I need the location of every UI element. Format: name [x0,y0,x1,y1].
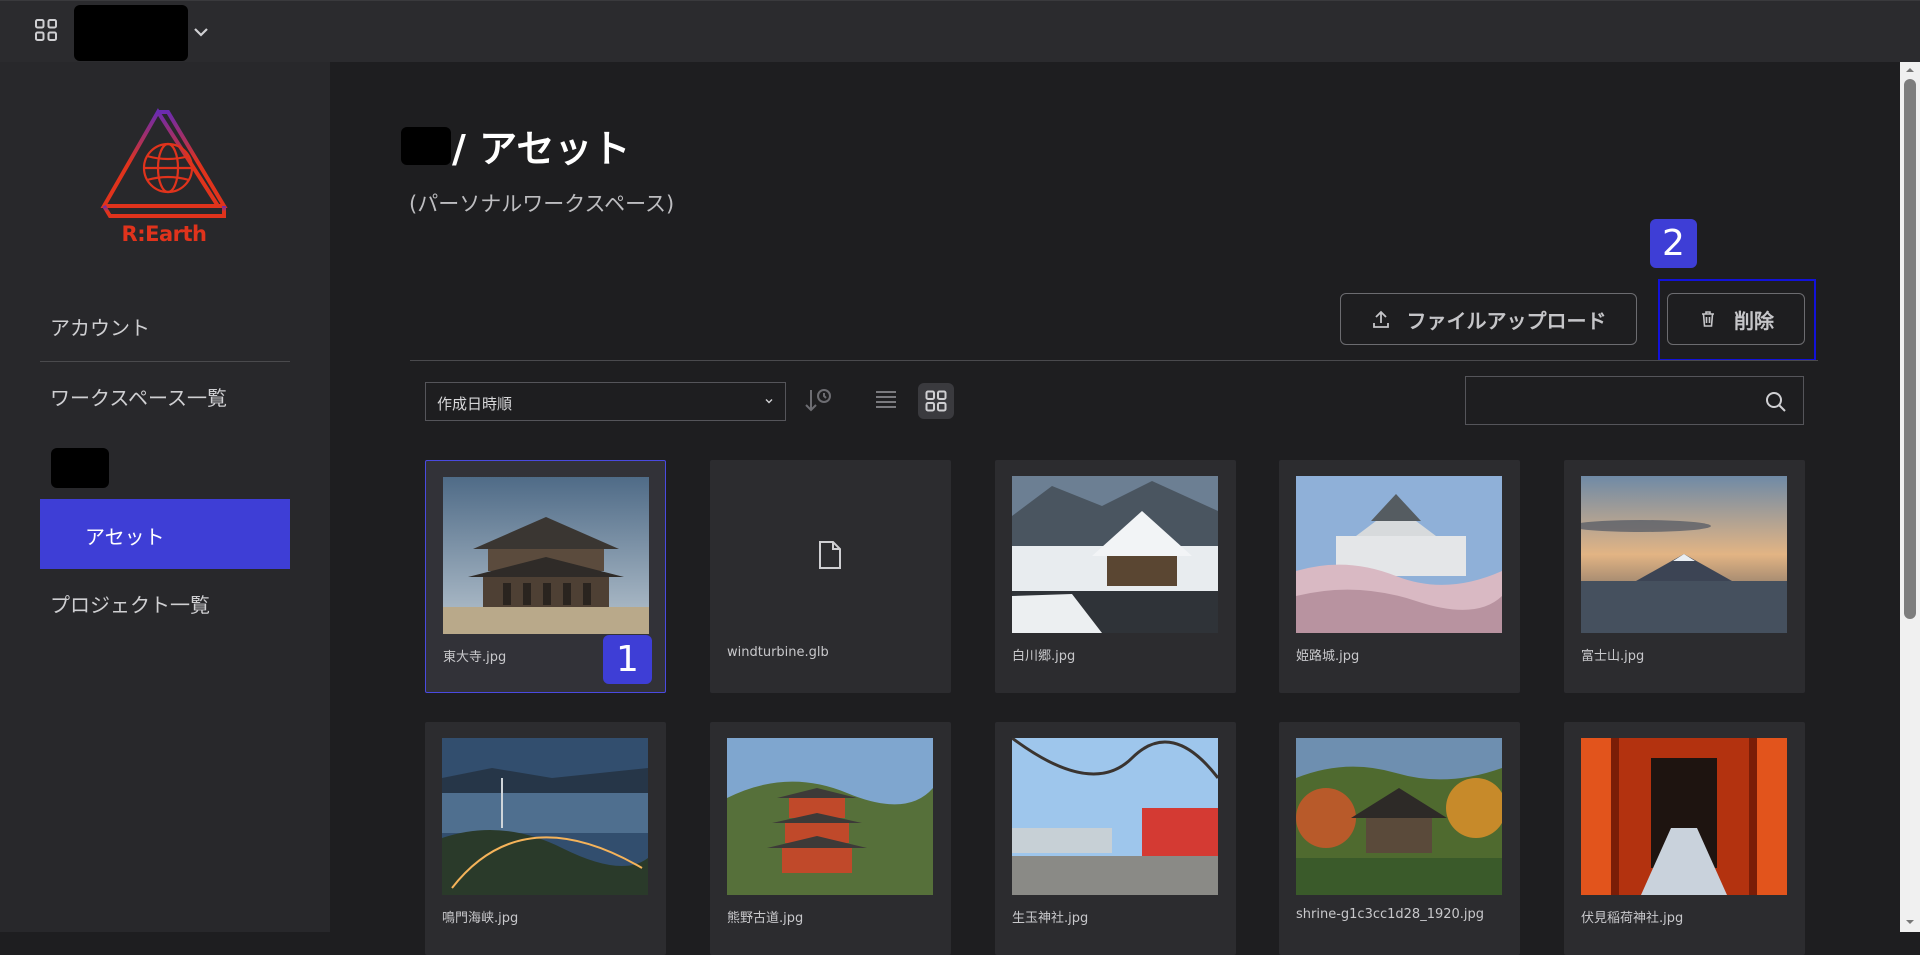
chevron-down-icon[interactable] [192,23,210,41]
asset-name: 白川郷.jpg [1012,649,1076,664]
asset-card[interactable]: shrine-g1c3cc1d28_1920.jpg [1279,722,1520,955]
asset-thumbnail [1296,476,1502,633]
upload-icon [1372,310,1389,328]
annotation-badge-1: 1 [603,635,652,684]
sort-select[interactable]: 作成日時順 [425,382,786,421]
scroll-down-icon[interactable] [1904,916,1916,928]
sidebar-item-projects[interactable]: プロジェクト一覧 [50,589,210,618]
search-icon[interactable] [1765,391,1787,413]
top-bar [0,0,1920,62]
sidebar-item-assets[interactable]: アセット [40,499,290,569]
asset-name: 伏見稲荷神社.jpg [1581,911,1684,926]
file-upload-label: ファイルアップロード [1406,308,1607,333]
brand-text: R:Earth [121,222,207,246]
asset-name: windturbine.glb [727,645,829,660]
delete-label: 削除 [1734,308,1774,333]
asset-thumbnail [1012,476,1218,633]
sort-select-value: 作成日時順 [437,395,513,413]
sidebar-item-workspaces[interactable]: ワークスペース一覧 [50,382,227,411]
sort-order-time-icon[interactable] [803,386,833,416]
sidebar: R:Earth アカウント ワークスペース一覧 アセット プロジェクト一覧 [0,62,330,932]
asset-name: 東大寺.jpg [443,650,507,665]
sidebar-item-account[interactable]: アカウント [50,312,150,341]
asset-name: 鳴門海峡.jpg [442,911,519,926]
asset-thumbnail [1581,476,1787,633]
search-input[interactable] [1466,377,1746,424]
asset-card[interactable]: 生玉神社.jpg [995,722,1236,955]
search-field[interactable] [1465,376,1804,425]
asset-thumbnail [1296,738,1502,895]
grid-apps-icon[interactable] [34,18,58,42]
asset-card[interactable]: 伏見稲荷神社.jpg [1564,722,1805,955]
file-upload-button[interactable]: ファイルアップロード [1340,293,1637,345]
asset-name: 生玉神社.jpg [1012,911,1089,926]
page-subtitle: (パーソナルワークスペース) [409,192,675,216]
sidebar-item-assets-label: アセット [85,525,165,549]
scrollbar-thumb[interactable] [1904,79,1916,619]
annotation-badge-2: 2 [1650,219,1697,268]
asset-thumbnail [1581,738,1787,895]
asset-thumbnail [443,477,649,634]
asset-card[interactable]: windturbine.glb [710,460,951,693]
trash-icon [1702,311,1714,327]
workspace-name-redacted[interactable] [74,5,188,61]
scroll-up-icon[interactable] [1904,64,1916,76]
grid-view-button[interactable] [918,383,954,419]
page-title: / アセット [452,127,631,171]
asset-card[interactable]: 鳴門海峡.jpg [425,722,666,955]
file-icon [819,540,841,569]
asset-name: shrine-g1c3cc1d28_1920.jpg [1296,907,1485,922]
toolbar-divider [410,360,1818,361]
chevron-down-icon [765,399,773,404]
asset-card[interactable]: 熊野古道.jpg [710,722,951,955]
asset-name: 富士山.jpg [1581,649,1645,664]
asset-name: 熊野古道.jpg [727,911,804,926]
delete-button[interactable]: 削除 [1667,293,1805,345]
workspace-name-redacted-title [401,127,451,165]
sidebar-divider [40,361,290,362]
asset-thumbnail-placeholder [727,476,933,633]
asset-thumbnail [727,738,933,895]
asset-name: 姫路城.jpg [1296,649,1360,664]
grid-view-icon [925,390,947,412]
asset-card[interactable]: 富士山.jpg [1564,460,1805,693]
asset-card[interactable]: 白川郷.jpg [995,460,1236,693]
asset-thumbnail [442,738,648,895]
list-view-icon[interactable] [875,389,897,411]
asset-thumbnail [1012,738,1218,895]
workspace-name-redacted-sidebar[interactable] [51,448,109,488]
asset-card[interactable]: 姫路城.jpg [1279,460,1520,693]
asset-card[interactable]: 東大寺.jpg 1 [425,460,666,693]
